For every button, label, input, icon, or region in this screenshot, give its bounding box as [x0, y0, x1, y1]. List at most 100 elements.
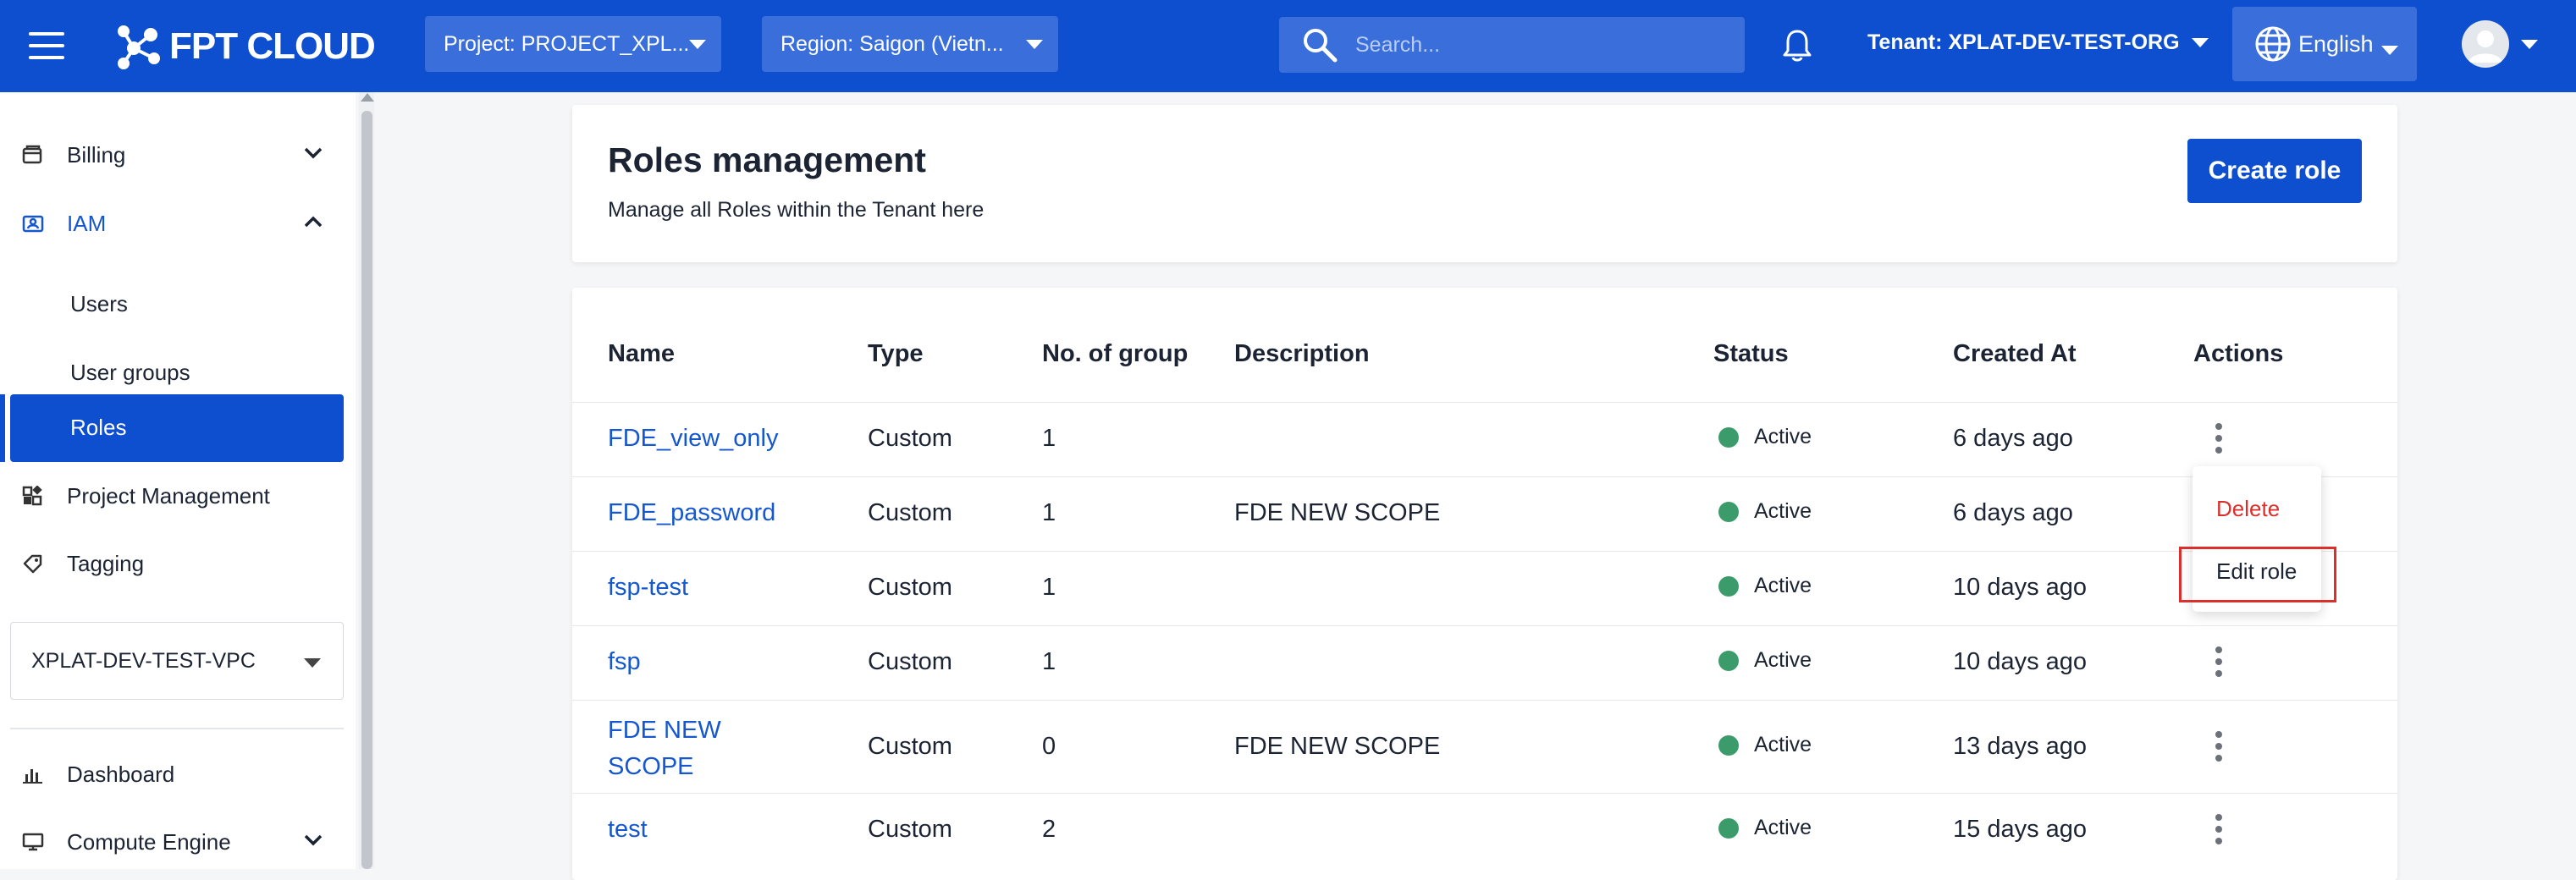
- menu-icon[interactable]: [29, 32, 64, 59]
- role-group-count: 1: [1042, 499, 1056, 526]
- column-header-created-at: Created At: [1953, 340, 2077, 367]
- sidebar-item-label: Users: [70, 291, 128, 316]
- tenant-select[interactable]: Tenant: XPLAT-DEV-TEST-ORG: [1867, 30, 2209, 55]
- role-name-link[interactable]: FDE NEW SCOPE: [608, 712, 721, 785]
- sidebar-item-project-management[interactable]: Project Management: [0, 467, 356, 525]
- role-name-link[interactable]: test: [608, 816, 648, 844]
- avatar-icon: [2462, 20, 2509, 68]
- search-input[interactable]: [1355, 32, 1728, 58]
- page-title: Roles management: [608, 140, 926, 179]
- create-role-button[interactable]: Create role: [2187, 139, 2362, 203]
- caret-down-icon: [2521, 39, 2538, 49]
- table-row: fsp Custom 1 Active 10 days ago: [572, 625, 2397, 700]
- iam-icon: [22, 215, 44, 233]
- search-box[interactable]: [1279, 17, 1745, 73]
- table-row: test Custom 2 Active 15 days ago: [572, 793, 2397, 869]
- page-subtitle: Manage all Roles within the Tenant here: [608, 198, 985, 222]
- sidebar-item-dashboard[interactable]: Dashboard: [0, 745, 356, 803]
- region-select-label: Region: Saigon (Vietn...: [781, 31, 1004, 56]
- role-description: FDE NEW SCOPE: [1234, 499, 1441, 526]
- dashboard-icon: [23, 769, 42, 784]
- status-badge: Active: [1718, 816, 1812, 840]
- sidebar-item-label: Compute Engine: [67, 828, 231, 855]
- status-label: Active: [1754, 733, 1812, 756]
- caret-down-icon: [689, 40, 706, 49]
- status-badge: Active: [1718, 733, 1812, 757]
- caret-down-icon: [304, 658, 321, 668]
- status-dot-icon: [1718, 650, 1739, 671]
- sidebar-item-roles[interactable]: Roles: [10, 394, 344, 462]
- sidebar-item-billing[interactable]: Billing: [0, 126, 356, 184]
- scroll-up-arrow-icon[interactable]: [361, 93, 374, 102]
- caret-down-icon: [2191, 38, 2209, 47]
- column-header-groups: No. of group: [1042, 340, 1189, 367]
- column-header-type: Type: [868, 340, 924, 367]
- logo-mark-icon: [118, 25, 160, 69]
- role-created-at: 15 days ago: [1953, 816, 2088, 843]
- status-badge: Active: [1718, 648, 1812, 673]
- role-created-at: 13 days ago: [1953, 733, 2088, 760]
- divider: [10, 728, 344, 729]
- role-name-line: FDE NEW: [608, 717, 721, 744]
- region-select[interactable]: Region: Saigon (Vietn...: [762, 16, 1058, 72]
- role-type: Custom: [868, 816, 952, 843]
- globe-icon: [2255, 26, 2291, 62]
- sidebar-item-label: User groups: [70, 360, 190, 385]
- role-group-count: 1: [1042, 574, 1056, 601]
- project-select-label: Project: PROJECT_XPL...: [444, 31, 690, 56]
- language-select[interactable]: English: [2232, 7, 2417, 81]
- status-label: Active: [1754, 574, 1812, 597]
- role-group-count: 1: [1042, 425, 1056, 452]
- sidebar-item-label: Tagging: [67, 550, 145, 576]
- sidebar-item-users[interactable]: Users: [0, 274, 356, 332]
- sidebar-item-label: Dashboard: [67, 761, 175, 787]
- role-type: Custom: [868, 648, 952, 675]
- role-group-count: 1: [1042, 648, 1056, 675]
- role-type: Custom: [868, 499, 952, 526]
- more-actions-icon[interactable]: [2206, 728, 2231, 765]
- logo-text: FPT CLOUD: [169, 25, 376, 67]
- sidebar-item-tagging[interactable]: Tagging: [0, 535, 356, 592]
- vpc-select-label: XPLAT-DEV-TEST-VPC: [31, 648, 256, 673]
- sidebar-scrollbar-thumb[interactable]: [361, 111, 372, 869]
- status-dot-icon: [1718, 817, 1739, 839]
- status-label: Active: [1754, 425, 1812, 448]
- column-header-status: Status: [1713, 340, 1789, 367]
- menu-item-delete[interactable]: Delete: [2193, 483, 2321, 534]
- table-row: FDE_password Custom 1 FDE NEW SCOPE Acti…: [572, 476, 2397, 551]
- sidebar-item-iam[interactable]: IAM: [0, 195, 356, 252]
- more-actions-icon[interactable]: [2206, 811, 2231, 848]
- sidebar-item-label: IAM: [67, 210, 107, 236]
- vpc-select[interactable]: XPLAT-DEV-TEST-VPC: [10, 622, 344, 700]
- sidebar-item-user-groups[interactable]: User groups: [0, 343, 356, 400]
- more-actions-icon[interactable]: [2206, 420, 2231, 457]
- sidebar-item-compute-engine[interactable]: Compute Engine: [0, 813, 356, 871]
- role-created-at: 6 days ago: [1953, 499, 2073, 526]
- tag-icon: [23, 554, 42, 574]
- role-type: Custom: [868, 733, 952, 760]
- top-bar: FPT CLOUD Project: PROJECT_XPL... Region…: [0, 0, 2576, 92]
- column-header-description: Description: [1234, 340, 1370, 367]
- role-name-link[interactable]: FDE_view_only: [608, 425, 778, 453]
- notification-bell-icon[interactable]: [1781, 28, 1813, 68]
- role-created-at: 10 days ago: [1953, 648, 2088, 675]
- project-select[interactable]: Project: PROJECT_XPL...: [425, 16, 721, 72]
- role-name-line: SCOPE: [608, 753, 694, 780]
- status-dot-icon: [1718, 575, 1739, 597]
- more-actions-icon[interactable]: [2206, 643, 2231, 680]
- caret-down-icon: [1026, 40, 1043, 49]
- column-header-name: Name: [608, 340, 675, 367]
- role-name-link[interactable]: fsp: [608, 648, 641, 676]
- sidebar-item-label: Roles: [70, 415, 127, 440]
- user-menu[interactable]: [2462, 20, 2538, 68]
- role-name-link[interactable]: FDE_password: [608, 499, 775, 527]
- status-label: Active: [1754, 816, 1812, 839]
- chevron-down-icon: [304, 147, 323, 159]
- role-name-link[interactable]: fsp-test: [608, 574, 688, 602]
- page-header-card: Roles management Manage all Roles within…: [572, 105, 2397, 262]
- role-description: FDE NEW SCOPE: [1234, 733, 1441, 760]
- highlight-box: [2179, 547, 2336, 602]
- table-row: fsp-test Custom 1 Active 10 days ago: [572, 551, 2397, 625]
- fpt-cloud-logo[interactable]: FPT CLOUD: [117, 19, 376, 74]
- table-row: FDE_view_only Custom 1 Active 6 days ago: [572, 402, 2397, 476]
